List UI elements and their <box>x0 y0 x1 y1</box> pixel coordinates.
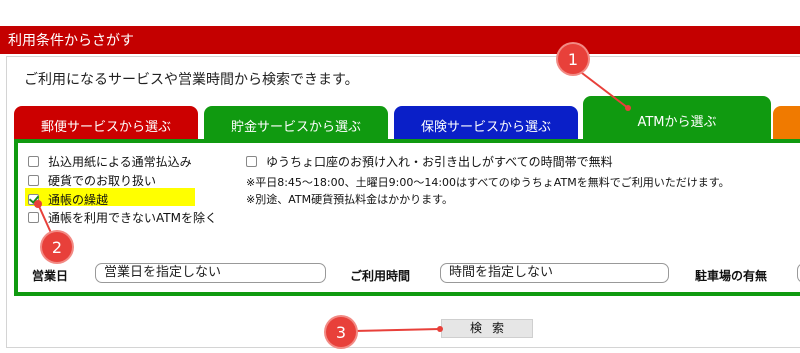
callout-lines <box>34 69 631 332</box>
callout-badge-2: 2 <box>42 232 72 262</box>
callout-badge-1: 1 <box>558 44 588 74</box>
callout-dot-2 <box>34 200 42 208</box>
callout-dot-1 <box>625 105 631 111</box>
callout-line-3 <box>353 328 441 332</box>
callout-dot-3 <box>437 326 443 332</box>
callout-badge-3: 3 <box>326 317 356 347</box>
callout-line-1 <box>577 69 629 109</box>
